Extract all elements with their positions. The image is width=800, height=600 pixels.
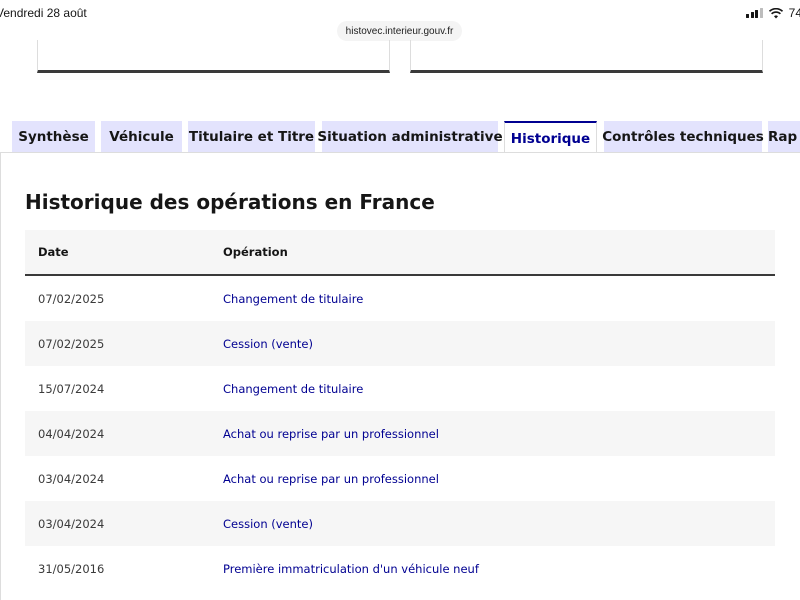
- signal-icon: [746, 8, 763, 18]
- tab-vehicule[interactable]: Véhicule: [101, 121, 182, 153]
- tab-synthese[interactable]: Synthèse: [12, 121, 95, 153]
- row-operation: Changement de titulaire: [223, 381, 364, 396]
- table-row: 15/07/2024 Changement de titulaire: [25, 366, 775, 411]
- row-date: 07/02/2025: [38, 291, 105, 306]
- row-operation: Cession (vente): [223, 336, 313, 351]
- column-header-operation: Opération: [210, 230, 775, 276]
- status-time: Vendredi 28 août: [0, 6, 87, 20]
- operations-table: Date Opération 07/02/2025 Changement de …: [25, 230, 775, 591]
- row-operation: Achat ou reprise par un professionnel: [223, 426, 439, 441]
- table-row: 31/05/2016 Première immatriculation d'un…: [25, 546, 775, 591]
- tab-bar: Synthèse Véhicule Titulaire et Titre Sit…: [0, 121, 800, 154]
- tab-rapport-partial[interactable]: Rap: [768, 121, 800, 153]
- table-row: 03/04/2024 Cession (vente): [25, 501, 775, 546]
- row-date: 03/04/2024: [38, 516, 105, 531]
- row-date: 15/07/2024: [38, 381, 105, 396]
- table-row: 07/02/2025 Cession (vente): [25, 321, 775, 366]
- tab-situation-administrative[interactable]: Situation administrative: [317, 121, 503, 153]
- row-date: 07/02/2025: [38, 336, 105, 351]
- tab-titulaire-titre[interactable]: Titulaire et Titre: [188, 121, 315, 153]
- table-row: 04/04/2024 Achat ou reprise par un profe…: [25, 411, 775, 456]
- url-bar[interactable]: histovec.interieur.gouv.fr: [337, 21, 462, 41]
- table-header-row: Date Opération: [25, 230, 775, 276]
- row-operation: Cession (vente): [223, 516, 313, 531]
- row-date: 31/05/2016: [38, 561, 105, 576]
- wifi-icon: [768, 7, 783, 18]
- tab-rapport-label: Rap: [768, 129, 798, 145]
- section-title: Historique des opérations en France: [25, 190, 435, 214]
- summary-card-left: [37, 40, 390, 73]
- column-header-date: Date: [25, 230, 210, 276]
- table-row: 07/02/2025 Changement de titulaire: [25, 275, 775, 321]
- table-row: 03/04/2024 Achat ou reprise par un profe…: [25, 456, 775, 501]
- row-operation: Première immatriculation d'un véhicule n…: [223, 561, 479, 576]
- tab-controles-techniques[interactable]: Contrôles techniques: [602, 121, 764, 153]
- row-date: 04/04/2024: [38, 426, 105, 441]
- row-operation: Changement de titulaire: [223, 291, 364, 306]
- row-operation: Achat ou reprise par un professionnel: [223, 471, 439, 486]
- url-text: histovec.interieur.gouv.fr: [345, 25, 454, 37]
- row-date: 03/04/2024: [38, 471, 105, 486]
- battery-level: 74: [788, 6, 800, 20]
- status-icons: 74: [746, 5, 800, 21]
- summary-card-right: [410, 40, 763, 73]
- tab-historique[interactable]: Historique: [504, 121, 597, 154]
